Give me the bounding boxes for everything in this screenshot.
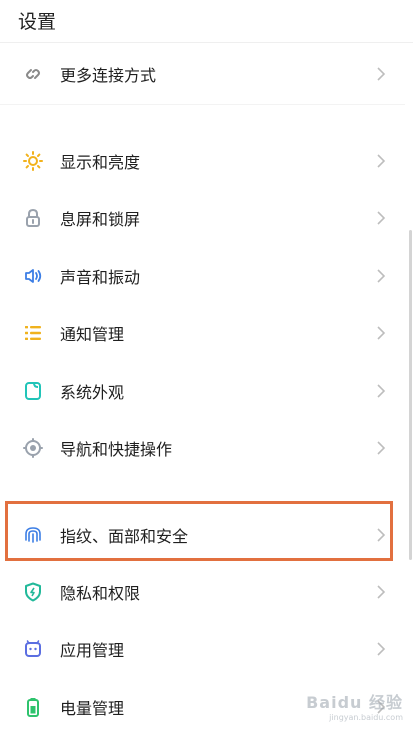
chevron-right-icon: [373, 440, 389, 456]
menu-item-system-appearance[interactable]: 系统外观: [0, 362, 405, 420]
chevron-right-icon: [373, 383, 389, 399]
baidu-jingyan-watermark: Baidu 经验 jingyan.baidu.com: [306, 689, 403, 722]
list-icon: [22, 322, 44, 344]
menu-item-sound-vibration[interactable]: 声音和振动: [0, 247, 405, 305]
menu-item-screen-lock[interactable]: 息屏和锁屏: [0, 189, 405, 247]
menu-item-notifications[interactable]: 通知管理: [0, 304, 405, 362]
menu-item-label: 更多连接方式: [60, 66, 157, 85]
chevron-right-icon: [373, 584, 389, 600]
scrollbar[interactable]: [409, 230, 412, 560]
theme-icon: [22, 380, 44, 402]
chevron-right-icon: [373, 325, 389, 341]
menu-item-more-connections[interactable]: 更多连接方式: [0, 45, 405, 103]
chevron-right-icon: [373, 641, 389, 657]
menu-item-label: 电量管理: [60, 699, 125, 718]
chevron-right-icon: [373, 268, 389, 284]
link-icon: [22, 63, 44, 85]
highlight-box: [5, 501, 393, 561]
menu-item-navigation-shortcuts[interactable]: 导航和快捷操作: [0, 419, 405, 477]
menu-item-label: 通知管理: [60, 325, 125, 344]
lock-icon: [22, 207, 44, 229]
shield-icon: [22, 581, 44, 603]
page-title: 设置: [18, 11, 57, 33]
menu-item-label: 显示和亮度: [60, 153, 141, 172]
menu-item-label: 应用管理: [60, 641, 125, 660]
chevron-right-icon: [373, 210, 389, 226]
section-divider: [0, 104, 405, 105]
menu-item-app-management[interactable]: 应用管理: [0, 620, 405, 678]
chevron-right-icon: [373, 66, 389, 82]
menu-item-display-brightness[interactable]: 显示和亮度: [0, 132, 405, 190]
menu-item-label: 息屏和锁屏: [60, 210, 141, 229]
watermark-url: jingyan.baidu.com: [329, 713, 403, 722]
app-icon: [22, 638, 44, 660]
chevron-right-icon: [373, 153, 389, 169]
menu-item-label: 声音和振动: [60, 268, 141, 287]
sun-icon: [22, 150, 44, 172]
app-header: 设置: [0, 0, 413, 43]
menu-item-label: 隐私和权限: [60, 584, 141, 603]
menu-item-label: 系统外观: [60, 383, 125, 402]
battery-icon: [22, 696, 44, 718]
menu-item-privacy-permissions[interactable]: 隐私和权限: [0, 563, 405, 621]
menu-item-label: 导航和快捷操作: [60, 440, 173, 459]
watermark-brand: Baidu 经验: [306, 693, 403, 712]
target-icon: [22, 437, 44, 459]
speaker-icon: [22, 265, 44, 287]
